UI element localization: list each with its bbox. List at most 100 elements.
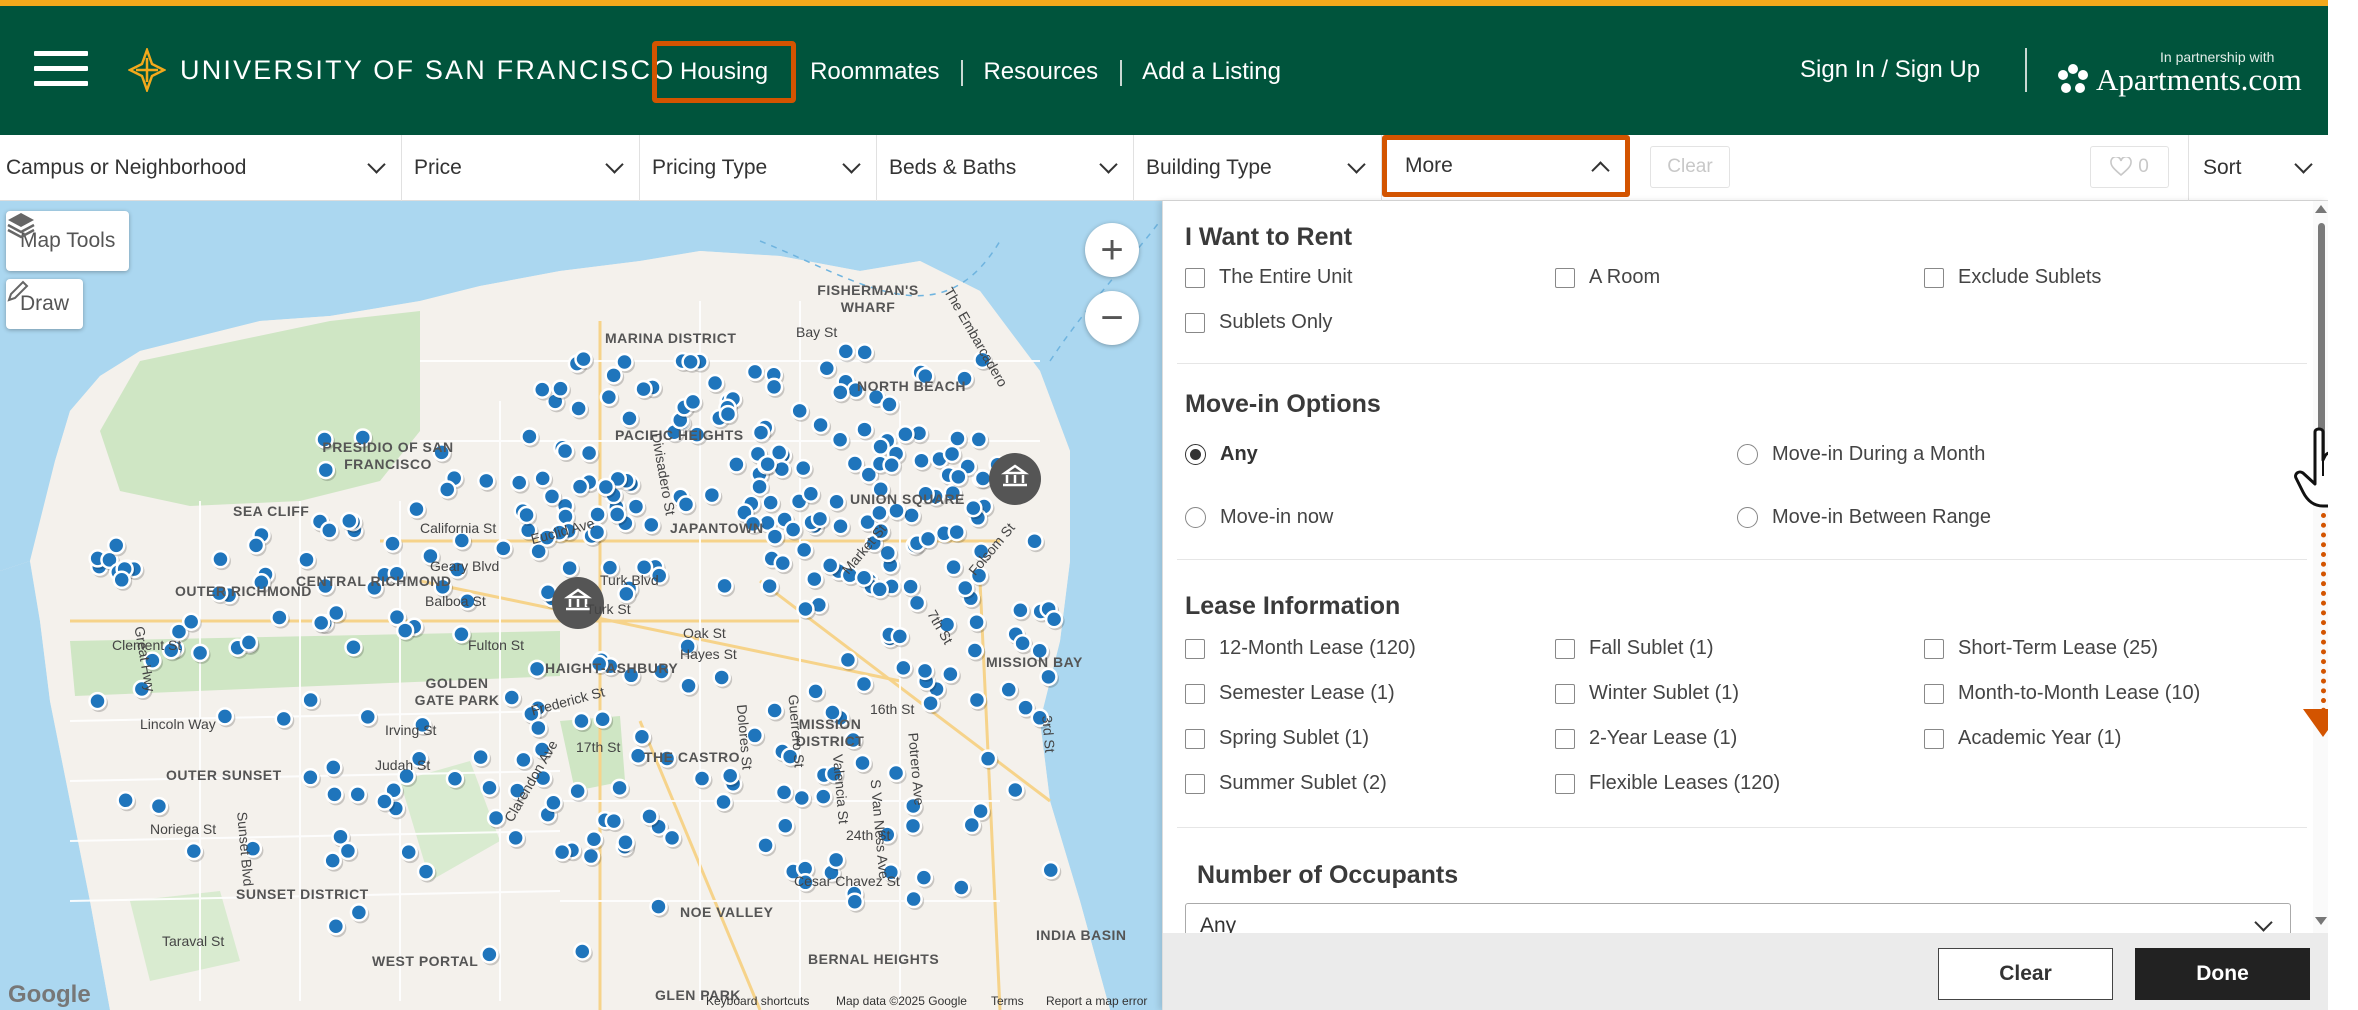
listing-marker[interactable] — [106, 536, 126, 555]
listing-marker[interactable] — [793, 458, 813, 478]
listing-marker[interactable] — [662, 828, 682, 848]
checkbox-box[interactable] — [1555, 267, 1575, 288]
listing-marker[interactable] — [679, 676, 698, 696]
scroll-up-arrow-icon[interactable] — [2315, 205, 2327, 213]
listing-marker[interactable] — [773, 553, 793, 573]
listing-marker[interactable] — [870, 503, 889, 523]
listing-marker[interactable] — [568, 781, 587, 801]
listing-marker[interactable] — [584, 829, 604, 849]
listing-marker[interactable] — [745, 362, 765, 382]
listing-marker[interactable] — [311, 613, 331, 633]
map[interactable]: Map Tools Draw + − FISHERMAN'S WHARF MAR… — [0, 201, 1162, 1010]
listing-marker[interactable] — [555, 441, 575, 461]
listing-marker[interactable] — [358, 707, 378, 727]
listing-marker[interactable] — [326, 916, 346, 936]
draw-button[interactable]: Draw — [6, 279, 84, 329]
listing-marker[interactable] — [692, 769, 712, 788]
checkbox-box[interactable] — [1924, 638, 1944, 659]
checkbox-lease-flexible[interactable]: Flexible Leases (120) — [1555, 772, 1780, 795]
checkbox-a-room[interactable]: A Room — [1555, 266, 1660, 289]
listing-marker[interactable] — [965, 641, 985, 660]
listing-marker[interactable] — [569, 399, 588, 418]
listing-marker[interactable] — [325, 785, 344, 804]
listing-marker[interactable] — [190, 643, 210, 663]
nav-resources[interactable]: Resources — [961, 40, 1120, 104]
listing-marker[interactable] — [323, 851, 342, 870]
listing-marker[interactable] — [399, 842, 418, 862]
listing-marker[interactable] — [901, 577, 920, 596]
listing-marker[interactable] — [676, 495, 696, 514]
listing-marker[interactable] — [486, 808, 506, 828]
listing-marker[interactable] — [533, 469, 552, 488]
listing-marker[interactable] — [765, 527, 785, 546]
listing-marker[interactable] — [973, 469, 993, 488]
listing-marker[interactable] — [948, 429, 967, 448]
checkbox-lease-spring-sublet[interactable]: Spring Sublet (1) — [1185, 727, 1369, 750]
listing-marker[interactable] — [727, 455, 746, 474]
listing-marker[interactable] — [551, 379, 570, 398]
listing-marker[interactable] — [720, 766, 740, 786]
nav-roommates[interactable]: Roommates — [804, 40, 961, 104]
listing-marker[interactable] — [949, 467, 968, 487]
listing-marker[interactable] — [831, 517, 850, 536]
listing-marker[interactable] — [955, 578, 975, 598]
listing-marker[interactable] — [783, 520, 803, 539]
listing-marker[interactable] — [750, 477, 769, 496]
listing-marker[interactable] — [617, 584, 636, 604]
radio-button[interactable] — [1185, 444, 1206, 465]
listing-marker[interactable] — [246, 536, 266, 555]
listing-marker[interactable] — [845, 892, 865, 911]
filter-price[interactable]: Price — [402, 135, 640, 201]
filter-pricing-type[interactable]: Pricing Type — [640, 135, 877, 201]
listing-marker[interactable] — [616, 833, 635, 852]
listing-marker[interactable] — [375, 792, 394, 811]
listing-marker[interactable] — [715, 576, 734, 596]
listing-marker[interactable] — [340, 511, 359, 531]
listing-marker[interactable] — [1011, 601, 1030, 620]
clear-filters-button[interactable]: Clear — [1650, 146, 1730, 188]
listing-marker[interactable] — [915, 661, 935, 681]
listing-marker[interactable] — [632, 727, 652, 747]
listing-marker[interactable] — [395, 621, 415, 640]
listing-marker[interactable] — [604, 811, 624, 831]
listing-marker[interactable] — [184, 841, 204, 861]
listing-marker[interactable] — [836, 342, 856, 361]
listing-marker[interactable] — [947, 522, 966, 542]
listing-marker[interactable] — [941, 664, 960, 684]
listing-marker[interactable] — [853, 753, 872, 773]
checkbox-lease-12-month[interactable]: 12-Month Lease (120) — [1185, 637, 1416, 660]
listing-marker[interactable] — [579, 443, 599, 463]
usf-logo[interactable]: UNIVERSITY OF SAN FRANCISCO — [128, 45, 675, 95]
listing-marker[interactable] — [811, 415, 830, 435]
listing-marker[interactable] — [88, 691, 107, 711]
listing-marker[interactable] — [338, 841, 358, 861]
listing-marker[interactable] — [978, 749, 998, 768]
radio-button[interactable] — [1737, 444, 1758, 465]
listing-marker[interactable] — [886, 763, 906, 783]
listing-marker[interactable] — [1041, 860, 1061, 880]
listing-marker[interactable] — [610, 778, 629, 798]
listing-marker[interactable] — [831, 383, 850, 402]
checkbox-lease-summer-sublet[interactable]: Summer Sublet (2) — [1185, 772, 1387, 795]
listing-marker[interactable] — [560, 558, 579, 578]
listing-marker[interactable] — [274, 709, 294, 729]
listing-marker[interactable] — [904, 889, 923, 909]
listing-marker[interactable] — [620, 409, 639, 428]
listing-marker[interactable] — [517, 505, 536, 525]
listing-marker[interactable] — [854, 568, 874, 587]
checkbox-box[interactable] — [1185, 638, 1205, 659]
listing-marker[interactable] — [817, 358, 837, 378]
apartments-logo[interactable]: Apartments.com — [2056, 62, 2302, 98]
listing-marker[interactable] — [880, 395, 899, 414]
checkbox-box[interactable] — [1555, 638, 1575, 659]
listing-marker[interactable] — [896, 424, 915, 444]
radio-button[interactable] — [1737, 507, 1758, 528]
listing-marker[interactable] — [494, 539, 513, 558]
listing-marker[interactable] — [215, 707, 235, 726]
checkbox-box[interactable] — [1555, 773, 1575, 794]
listing-marker[interactable] — [751, 423, 771, 442]
done-button[interactable]: Done — [2135, 948, 2310, 1000]
listing-marker[interactable] — [810, 509, 830, 529]
listing-marker[interactable] — [239, 633, 259, 652]
listing-marker[interactable] — [640, 807, 659, 826]
